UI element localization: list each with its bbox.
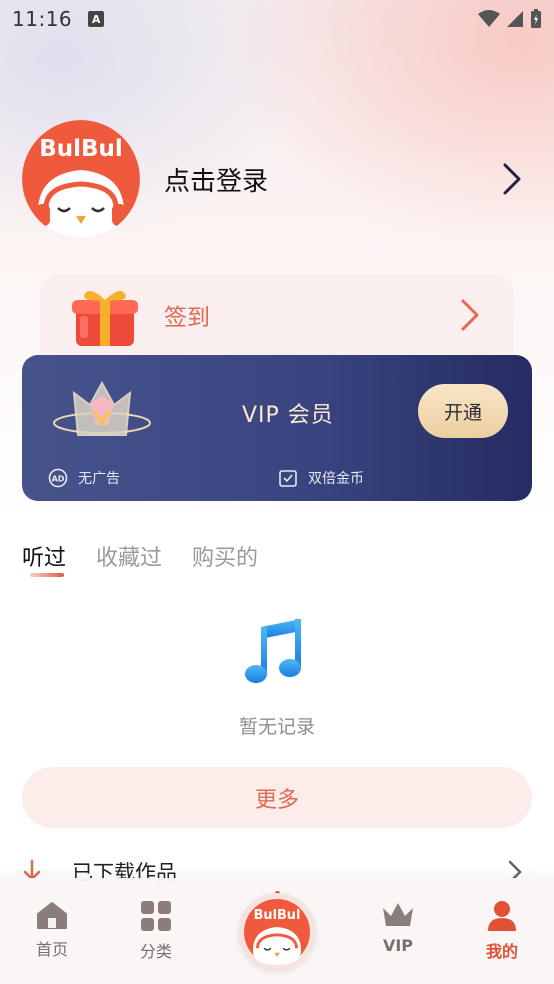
nav-label: VIP [382,936,414,955]
status-bar: 11:16 A [0,0,554,38]
tab-label: 听过 [22,546,67,571]
gift-icon [72,290,138,346]
vip-perk-label: 双倍金币 [308,471,364,487]
nav-label: 首页 [35,940,68,959]
battery-icon [531,9,541,28]
vip-card[interactable]: VIP 会员 开通 AD 无广告 双倍金币 [22,355,532,501]
history-tabs: 听过 收藏过 购买的 [22,540,258,577]
tab-purchased[interactable]: 购买的 [192,540,258,572]
nav-mine[interactable]: 我的 [462,900,542,962]
nav-category[interactable]: 分类 [116,900,196,962]
tab-favorites[interactable]: 收藏过 [96,540,162,572]
vip-title: VIP 会员 [242,403,334,428]
more-button[interactable]: 更多 [22,767,532,828]
center-logo-text: BulBul [254,908,301,923]
status-icons [478,9,542,29]
checkbox-icon [279,470,297,487]
chevron-right-icon [461,299,479,331]
signal-icon [507,11,523,27]
nav-home[interactable]: 首页 [12,900,92,960]
nav-label: 分类 [139,942,172,961]
nav-center-player[interactable]: BulBul [238,893,316,971]
active-tab-indicator [30,573,64,577]
profile-row[interactable]: BulBul 点击登录 [22,120,532,238]
vip-perk-no-ads: AD 无广告 [48,468,120,488]
vip-open-button[interactable]: 开通 [418,384,508,438]
vip-crown-badge-icon [53,380,151,436]
logo-text: BulBul [39,136,123,162]
tab-listened[interactable]: 听过 [22,540,67,577]
tab-label: 收藏过 [96,546,163,571]
avatar[interactable]: BulBul [22,120,140,238]
vip-perk-label: 无广告 [78,471,120,487]
bulbul-logo-icon: BulBul [22,120,140,238]
empty-state-text: 暂无记录 [238,716,315,738]
tab-label: 购买的 [192,546,259,571]
wifi-icon [478,10,500,27]
nav-vip[interactable]: VIP [358,900,438,955]
login-label[interactable]: 点击登录 [164,161,268,198]
home-icon [37,902,67,929]
chevron-right-icon[interactable] [502,162,522,196]
signin-label: 签到 [164,305,210,331]
grid-icon [141,901,171,931]
ad-free-icon: AD [48,468,68,488]
nav-label: 我的 [485,942,518,961]
music-note-icon [245,619,301,683]
bottom-nav: 首页 分类 BulBul VIP 我的 [0,878,554,984]
crown-icon [383,903,413,926]
status-time: 11:16 [12,7,73,31]
notification-icon: A [88,11,105,27]
vip-perk-double-coins: 双倍金币 [278,468,364,488]
user-icon [488,901,516,931]
svg-text:AD: AD [52,475,65,484]
bulbul-logo-icon: BulBul [244,899,310,965]
